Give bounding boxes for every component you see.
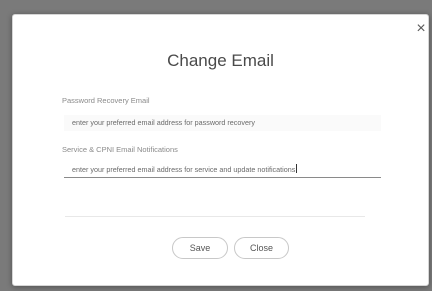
- text-caret: [296, 164, 298, 173]
- notifications-email-placeholder: enter your preferred email address for s…: [72, 165, 296, 174]
- close-button[interactable]: Close: [234, 237, 289, 259]
- recovery-email-input[interactable]: enter your preferred email address for p…: [64, 115, 381, 131]
- change-email-dialog: Change Email Password Recovery Email ent…: [12, 14, 429, 286]
- dialog-title: Change Email: [167, 51, 274, 70]
- recovery-email-label: Password Recovery Email: [62, 96, 150, 105]
- notifications-email-input[interactable]: enter your preferred email address for s…: [64, 162, 381, 178]
- close-icon[interactable]: ×: [415, 21, 427, 37]
- save-button[interactable]: Save: [172, 237, 228, 259]
- dialog-divider: [65, 216, 365, 217]
- notifications-email-label: Service & CPNI Email Notifications: [62, 145, 178, 154]
- recovery-email-placeholder: enter your preferred email address for p…: [72, 118, 255, 127]
